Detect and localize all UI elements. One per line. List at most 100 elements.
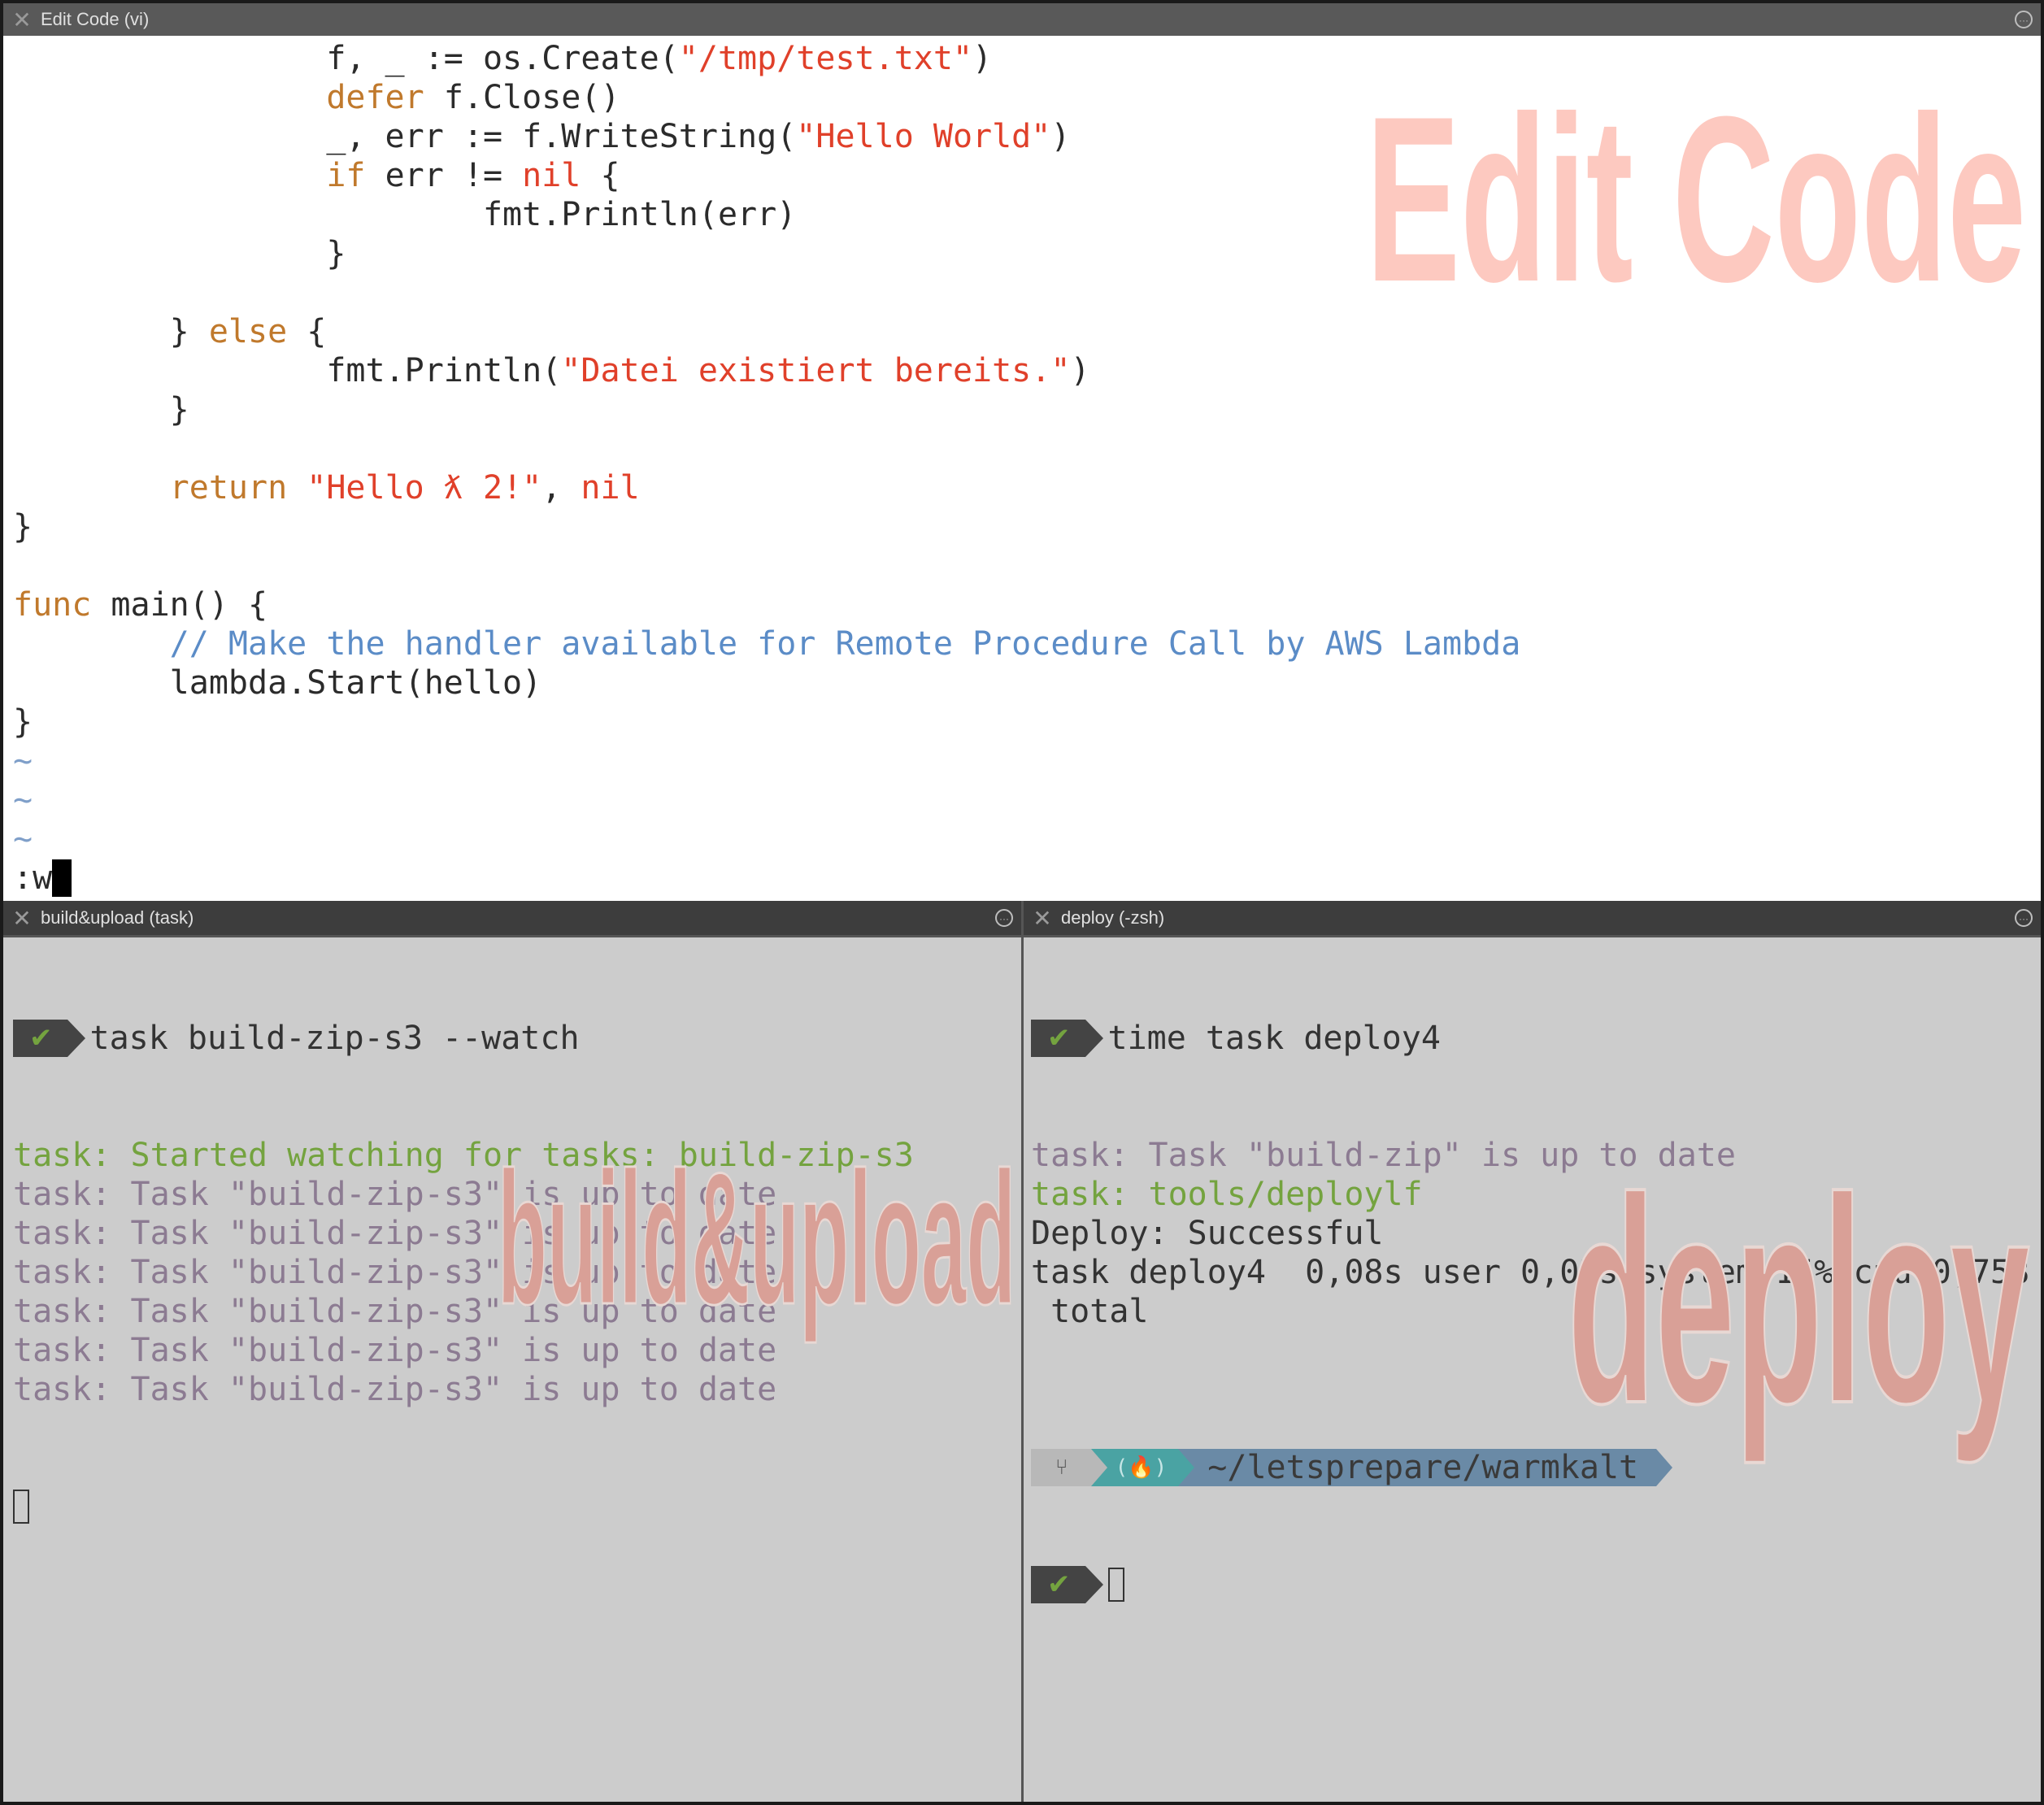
- code-line: }: [13, 390, 1520, 429]
- code-lines: f, _ := os.Create("/tmp/test.txt") defer…: [13, 39, 1520, 898]
- keyword-token: return: [169, 469, 288, 507]
- prompt-line: ✔ task build-zip-s3 --watch: [13, 1019, 914, 1058]
- output-text: task: Task "build-zip-s3" is up to date: [13, 1371, 777, 1408]
- output-line: task: Task "build-zip-s3" is up to date: [13, 1370, 914, 1409]
- code-line: defer f.Close(): [13, 78, 1520, 117]
- editor-titlebar: ✕ Edit Code (vi) ···: [3, 3, 2041, 36]
- code-line: }: [13, 507, 1520, 546]
- code-token: }: [13, 508, 33, 546]
- powerline-prompt: ⑂ (🔥) ~/letsprepare/warmkalt: [1031, 1448, 2029, 1487]
- more-options-icon[interactable]: ···: [2015, 909, 2033, 927]
- output-text: task: Task "build-zip-s3" is up to date: [13, 1293, 777, 1330]
- code-token: _, err := f.WriteString(: [13, 118, 797, 155]
- output-line: task: tools/deploylf: [1031, 1175, 2029, 1214]
- terminal-cursor: [13, 1490, 29, 1524]
- close-icon[interactable]: ✕: [3, 7, 41, 33]
- build-upload-titlebar: ✕ build&upload (task) ···: [3, 901, 1021, 937]
- pane-title: deploy (-zsh): [1061, 907, 1165, 928]
- git-branch-icon: ⑂: [1031, 1449, 1107, 1486]
- output-line: task: Task "build-zip" is up to date: [1031, 1136, 2029, 1175]
- empty-line-tilde: ~: [13, 820, 33, 858]
- code-line: return "Hello ƛ 2!", nil: [13, 468, 1520, 507]
- code-token: f, _ := os.Create(: [13, 40, 679, 77]
- build-upload-terminal[interactable]: ✔ task build-zip-s3 --watch task: Started…: [3, 937, 1021, 1802]
- code-token: }: [13, 235, 346, 272]
- output-line: task: Task "build-zip-s3" is up to date: [13, 1292, 914, 1331]
- output-text: total: [1031, 1293, 1149, 1330]
- vi-editor[interactable]: f, _ := os.Create("/tmp/test.txt") defer…: [3, 36, 2041, 901]
- code-token: main() {: [91, 586, 268, 624]
- command-line[interactable]: :w: [13, 859, 1520, 898]
- string-token: nil: [581, 469, 640, 507]
- editor-cursor: [52, 859, 72, 897]
- code-token: {: [287, 313, 327, 350]
- code-line: fmt.Println(err): [13, 195, 1520, 234]
- terminal-output: ✔ task build-zip-s3 --watch task: Started…: [13, 941, 914, 1604]
- keyword-token: if: [326, 157, 366, 194]
- output-line: task: Started watching for tasks: build-…: [13, 1136, 914, 1175]
- code-token: ,: [541, 469, 581, 507]
- code-line: }: [13, 234, 1520, 273]
- more-options-icon[interactable]: ···: [995, 909, 1013, 927]
- code-line: _, err := f.WriteString("Hello World"): [13, 117, 1520, 156]
- deploy-titlebar: ✕ deploy (-zsh) ···: [1024, 901, 2041, 937]
- output-text: task: tools/deploylf: [1031, 1176, 1423, 1213]
- code-token: f.Close(): [424, 79, 620, 116]
- terminal-output: ✔ time task deploy4 task: Task "build-zip…: [1031, 941, 2029, 1682]
- comment-token: // Make the handler available for Remote…: [169, 625, 1521, 663]
- command-text: :w: [13, 859, 53, 897]
- code-token: ): [972, 40, 993, 77]
- check-icon: ✔: [13, 1020, 85, 1057]
- string-token: "Hello World": [796, 118, 1051, 155]
- code-token: lambda.Start(hello): [13, 664, 542, 702]
- keyword-token: else: [208, 313, 288, 350]
- code-line: ~: [13, 820, 1520, 859]
- output-line: Deploy: Successful: [1031, 1214, 2029, 1253]
- more-options-icon[interactable]: ···: [2015, 11, 2033, 28]
- output-text: task: Task "build-zip-s3" is up to date: [13, 1254, 777, 1291]
- check-icon: ✔: [1031, 1566, 1102, 1603]
- terminal-cursor: [1107, 1568, 1124, 1602]
- code-line: lambda.Start(hello): [13, 663, 1520, 702]
- code-line: // Make the handler available for Remote…: [13, 624, 1521, 663]
- close-icon[interactable]: ✕: [3, 905, 41, 932]
- code-line: fmt.Println("Datei existiert bereits."): [13, 351, 1520, 390]
- cursor-line: ✔: [1031, 1565, 2029, 1604]
- code-token: ): [1070, 352, 1090, 389]
- output-line: total: [1031, 1292, 2029, 1331]
- code-token: {: [581, 157, 620, 194]
- output-line: task: Task "build-zip-s3" is up to date: [13, 1331, 914, 1370]
- string-token: "/tmp/test.txt": [678, 40, 973, 77]
- code-token: err !=: [365, 157, 523, 194]
- code-token: }: [13, 313, 209, 350]
- check-icon: ✔: [1031, 1020, 1102, 1057]
- code-token: }: [13, 391, 189, 428]
- prompt-command: time task deploy4: [1107, 1020, 1441, 1057]
- prompt-command: task build-zip-s3 --watch: [89, 1020, 580, 1057]
- code-line: } else {: [13, 312, 1520, 351]
- output-text: task: Task "build-zip" is up to date: [1031, 1137, 1736, 1174]
- output-line: task: Task "build-zip-s3" is up to date: [13, 1214, 914, 1253]
- close-icon[interactable]: ✕: [1024, 905, 1061, 932]
- code-line: }: [13, 702, 1520, 742]
- output-text: task: Task "build-zip-s3" is up to date: [13, 1332, 777, 1369]
- empty-line-tilde: ~: [13, 781, 33, 819]
- current-path: ~/letsprepare/warmkalt: [1178, 1449, 1672, 1486]
- keyword-token: func: [13, 586, 92, 624]
- output-text: task deploy4 0,08s user 0,03s system 15%…: [1031, 1254, 2030, 1291]
- pane-title: build&upload (task): [41, 907, 194, 928]
- prompt-line: ✔ time task deploy4: [1031, 1019, 2029, 1058]
- deploy-terminal[interactable]: ✔ time task deploy4 task: Task "build-zip…: [1024, 937, 2041, 1802]
- output-text: task: Task "build-zip-s3" is up to date: [13, 1215, 777, 1252]
- output-line: task: Task "build-zip-s3" is up to date: [13, 1253, 914, 1292]
- code-line: ~: [13, 742, 1520, 781]
- code-token: ): [1050, 118, 1071, 155]
- string-token: nil: [522, 157, 581, 194]
